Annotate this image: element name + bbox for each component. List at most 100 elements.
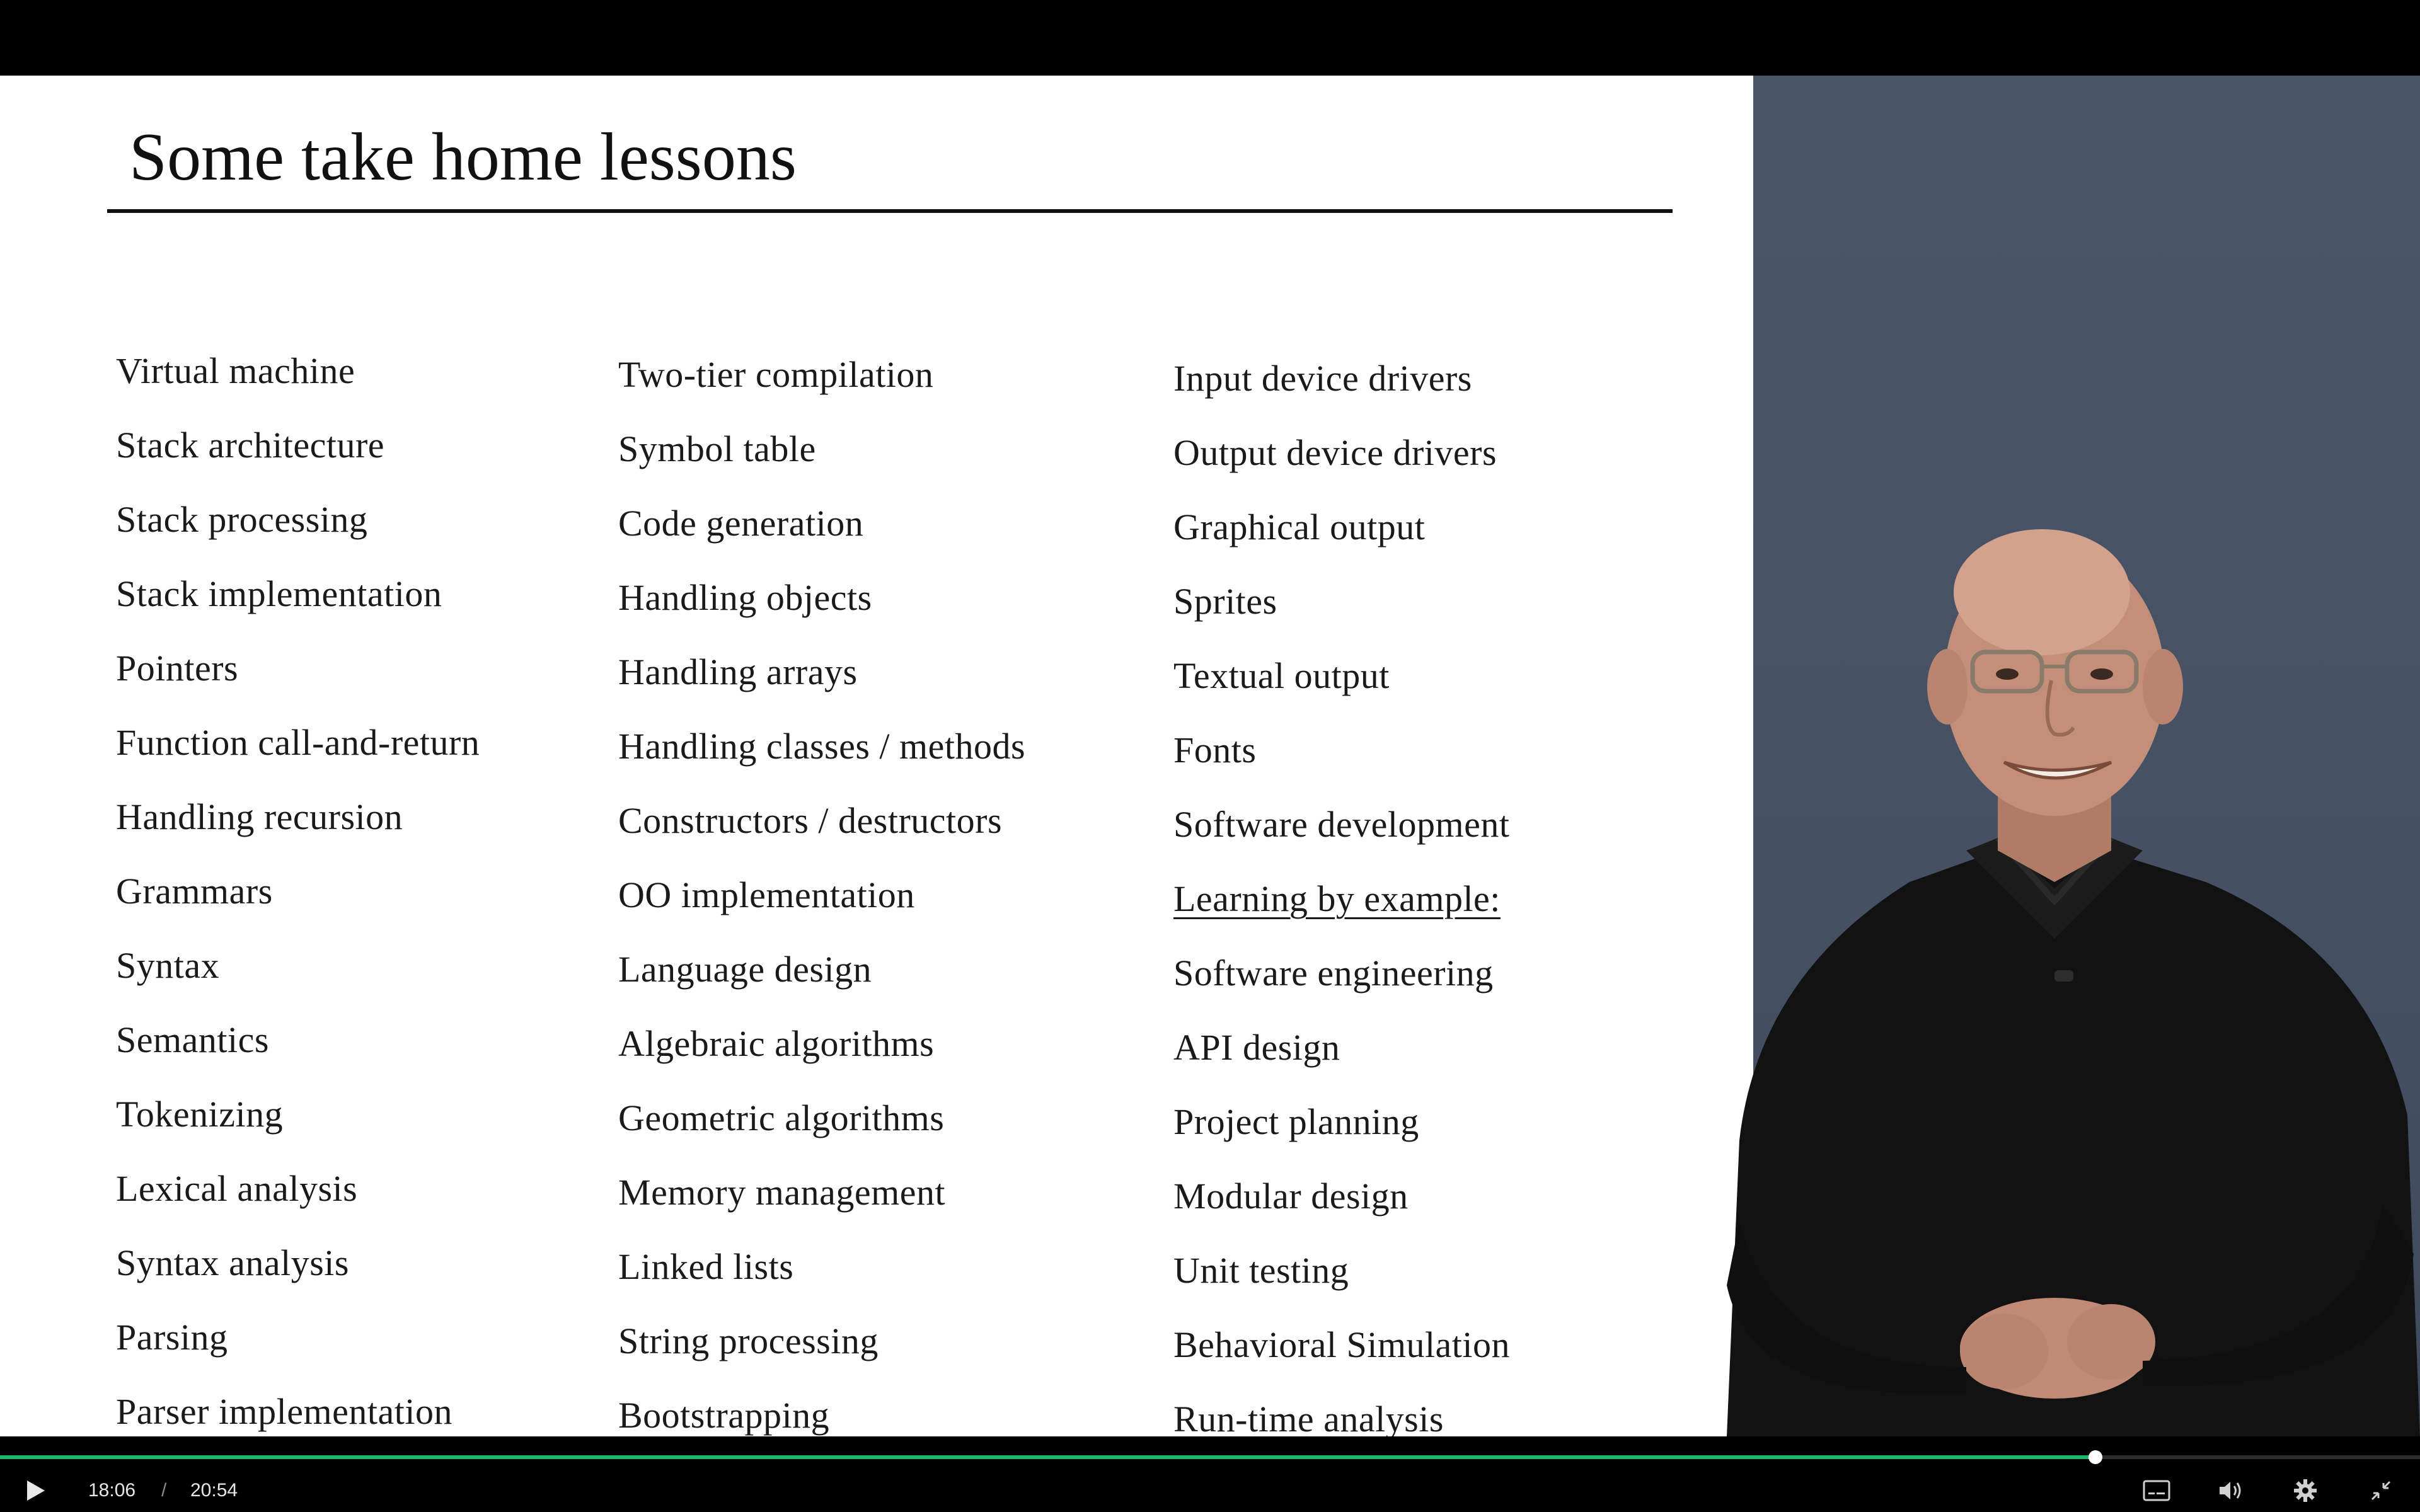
top-letterbox (0, 0, 2420, 76)
lesson-item: Output device drivers (1173, 416, 1510, 490)
lesson-item-text: Geometric algorithms (618, 1097, 945, 1138)
player-controls: 18:06 / 20:54 (0, 1436, 2420, 1512)
lesson-item: Behavioral Simulation (1173, 1308, 1510, 1382)
lesson-item-text: Tokenizing (116, 1094, 284, 1135)
lesson-item: OO implementation (618, 858, 1025, 932)
lesson-item: Two-tier compilation (618, 338, 1025, 412)
lesson-item-text: Stack architecture (116, 425, 385, 466)
lesson-item-text: Input device drivers (1173, 358, 1472, 399)
lesson-item: Geometric algorithms (618, 1081, 1025, 1155)
lesson-item: Learning by example: (1173, 862, 1510, 936)
lesson-item: Syntax (116, 929, 480, 1003)
lesson-item-text: Semantics (116, 1019, 269, 1060)
lesson-item-text: Grammars (116, 871, 273, 912)
lesson-item-text: Stack processing (116, 499, 368, 540)
progress-scrubber[interactable] (2089, 1450, 2103, 1464)
lesson-item: Software development (1173, 788, 1510, 862)
time-separator: / (161, 1480, 167, 1501)
lesson-column-1: Virtual machine Stack architecture Stack p… (116, 334, 480, 1436)
progress-bar[interactable] (0, 1450, 2420, 1464)
gear-icon (2294, 1479, 2317, 1502)
lesson-item: Stack architecture (116, 408, 480, 483)
lesson-item: Lexical analysis (116, 1152, 480, 1226)
lesson-item-text: Language design (618, 949, 872, 990)
lesson-item: Parsing (116, 1300, 480, 1375)
lesson-item: Constructors / destructors (618, 784, 1025, 858)
lesson-item-text: Run-time analysis (1173, 1399, 1444, 1436)
volume-button[interactable] (2213, 1474, 2249, 1507)
captions-icon (2143, 1480, 2170, 1501)
lesson-item-text: Stack implementation (116, 573, 442, 614)
lesson-item: Code generation (618, 486, 1025, 561)
play-button[interactable] (18, 1474, 53, 1507)
lesson-item: Handling classes / methods (618, 709, 1025, 784)
lesson-item: Handling arrays (618, 635, 1025, 709)
lesson-item: Fonts (1173, 713, 1510, 788)
lesson-item: Input device drivers (1173, 341, 1510, 416)
lesson-item: Stack implementation (116, 557, 480, 631)
lesson-item: Syntax analysis (116, 1226, 480, 1300)
settings-button[interactable] (2288, 1474, 2323, 1507)
lesson-item-text: Software engineering (1173, 953, 1494, 994)
lesson-item-text: Symbol table (618, 428, 816, 469)
lesson-item-text: Output device drivers (1173, 432, 1497, 473)
lesson-item-text: Handling objects (618, 577, 872, 618)
lesson-item-text: API design (1173, 1027, 1340, 1068)
lesson-item-text: Two-tier compilation (618, 354, 934, 395)
exit-fullscreen-button[interactable] (2363, 1474, 2399, 1507)
lesson-item: Function call-and-return (116, 706, 480, 780)
lesson-item: Textual output (1173, 639, 1510, 713)
lesson-item-text: OO implementation (618, 874, 915, 915)
lesson-item-text: Software development (1173, 804, 1510, 845)
lesson-item: Project planning (1173, 1085, 1510, 1159)
lesson-item: Linked lists (618, 1230, 1025, 1304)
title-divider (107, 209, 1673, 213)
lesson-item-text: Syntax analysis (116, 1242, 349, 1283)
lesson-item-text: Behavioral Simulation (1173, 1324, 1511, 1365)
captions-button[interactable] (2139, 1474, 2174, 1507)
lesson-item: Handling objects (618, 561, 1025, 635)
lesson-item-text: Handling arrays (618, 651, 858, 692)
lesson-item-text: Project planning (1173, 1101, 1419, 1142)
lesson-item-text: Linked lists (618, 1246, 794, 1287)
play-icon (27, 1480, 45, 1501)
lesson-item-text: Constructors / destructors (618, 800, 1003, 841)
volume-icon (2220, 1482, 2241, 1499)
lesson-item: Symbol table (618, 412, 1025, 486)
lesson-item: Handling recursion (116, 780, 480, 854)
lesson-item-text: Unit testing (1173, 1250, 1349, 1291)
lesson-item: Graphical output (1173, 490, 1510, 564)
lesson-item-text: Pointers (116, 648, 239, 689)
lesson-item-text: Handling classes / methods (618, 726, 1026, 767)
slide-title: Some take home lessons (129, 120, 797, 195)
lesson-item: Modular design (1173, 1159, 1510, 1234)
lesson-item: Sprites (1173, 564, 1510, 639)
lesson-item: Grammars (116, 854, 480, 929)
lesson-item: Parser implementation (116, 1375, 480, 1436)
current-time: 18:06 (88, 1480, 136, 1501)
lesson-item-text: Modular design (1173, 1176, 1409, 1217)
lesson-item-text: Function call-and-return (116, 722, 480, 763)
lesson-item-text: Graphical output (1173, 507, 1426, 547)
lesson-item-text: Parser implementation (116, 1391, 452, 1432)
lesson-item: Bootstrapping (618, 1378, 1025, 1436)
lesson-item-text: Parsing (116, 1317, 228, 1358)
lesson-item: Memory management (618, 1155, 1025, 1230)
video-frame[interactable]: Some take home lessons Virtual machine St… (0, 76, 2420, 1436)
lesson-item-text: Code generation (618, 503, 864, 544)
lesson-item: Software engineering (1173, 936, 1510, 1011)
lesson-item-text: Algebraic algorithms (618, 1023, 935, 1064)
lesson-item-text: Memory management (618, 1172, 946, 1213)
lesson-item-text: Textual output (1173, 655, 1390, 696)
lesson-item-text: Lexical analysis (116, 1168, 358, 1209)
exit-fullscreen-icon (2371, 1480, 2391, 1501)
lecture-slide: Some take home lessons Virtual machine St… (0, 76, 1753, 1436)
lesson-item: Virtual machine (116, 334, 480, 408)
lesson-item: Run-time analysis (1173, 1382, 1510, 1436)
lesson-item-text: Fonts (1173, 730, 1257, 770)
lesson-item-text: Learning by example: (1173, 878, 1501, 919)
lesson-item: Stack processing (116, 483, 480, 557)
lesson-item: Language design (618, 932, 1025, 1007)
lesson-item: Semantics (116, 1003, 480, 1077)
lesson-item-text: String processing (618, 1320, 879, 1361)
